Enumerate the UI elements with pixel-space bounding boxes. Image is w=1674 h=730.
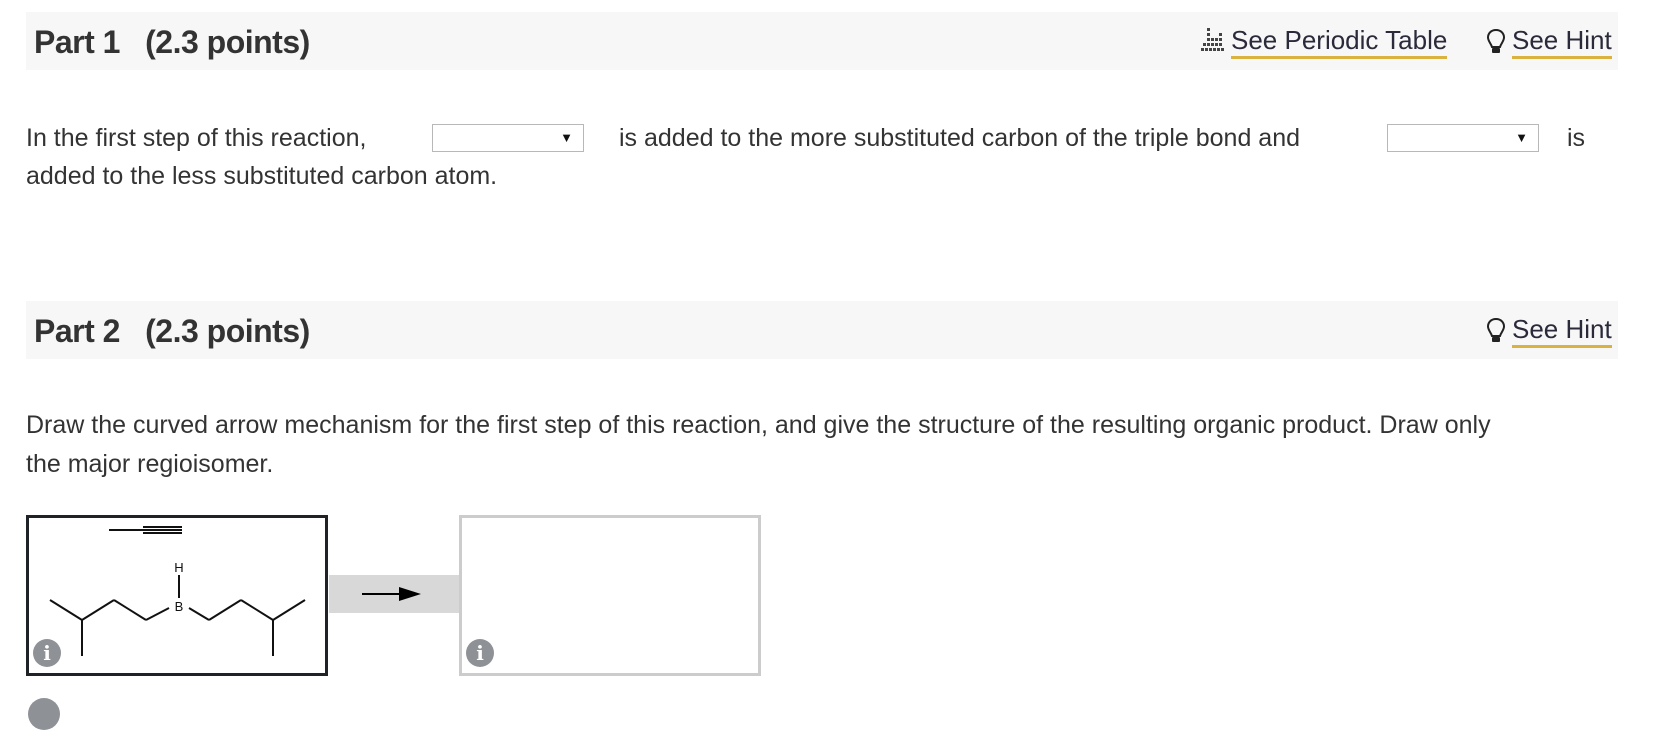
part1-sentence-line1: In the first step of this reaction,	[26, 119, 366, 157]
sentence-segment: is	[1567, 124, 1586, 152]
part1-sentence-line2: added to the less substituted carbon ato…	[26, 157, 497, 195]
diisoamylborane-molecule	[49, 575, 306, 656]
reactant-structure-drawing: H B	[49, 526, 306, 656]
sentence-segment: In the first step of this reaction,	[26, 124, 367, 152]
periodic-table-icon	[1201, 28, 1225, 57]
caret-down-icon: ▼	[560, 130, 573, 145]
part1-sentence-middle: is added to the more substituted carbon …	[619, 119, 1300, 157]
part1-dropdown-2[interactable]: ▼	[1387, 124, 1539, 152]
lightbulb-icon	[1486, 28, 1506, 61]
part1-see-hint-link[interactable]: See Hint	[1486, 22, 1612, 61]
part1-title: Part 1 (2.3 points)	[34, 24, 310, 60]
part1-header: Part 1 (2.3 points) See Periodic Table S	[26, 12, 1618, 70]
see-periodic-table-label[interactable]: See Periodic Table	[1231, 22, 1448, 59]
part1-dropdown-1[interactable]: ▼	[432, 124, 584, 152]
part2-instruction-line2: the major regioisomer.	[26, 450, 274, 478]
part2-title: Part 2 (2.3 points)	[34, 313, 310, 349]
reactant-structure-box[interactable]: H B i	[26, 515, 328, 676]
part2-see-hint-link[interactable]: See Hint	[1486, 311, 1612, 350]
sentence-segment: is added to the more substituted carbon …	[619, 124, 1301, 152]
info-icon[interactable]: i	[466, 639, 494, 667]
propyne-molecule	[109, 526, 182, 534]
part2-instruction-line1: Draw the curved arrow mechanism for the …	[26, 411, 1491, 439]
hydrogen-atom-label: H	[174, 560, 183, 575]
reaction-arrow-icon	[362, 587, 421, 601]
info-icon[interactable]: i	[33, 639, 61, 667]
sentence-segment: added to the less substituted carbon ato…	[26, 162, 498, 190]
caret-down-icon: ▼	[1515, 130, 1528, 145]
part2-see-hint-label[interactable]: See Hint	[1512, 311, 1612, 348]
part1-see-hint-label[interactable]: See Hint	[1512, 22, 1612, 59]
product-drawing-box[interactable]: i	[459, 515, 761, 676]
part1-sentence-end: is	[1567, 119, 1585, 157]
lightbulb-icon	[1486, 317, 1506, 350]
boron-atom-label: B	[175, 599, 184, 614]
reaction-arrow-band	[329, 575, 459, 613]
see-periodic-table-link[interactable]: See Periodic Table	[1201, 22, 1448, 59]
part2-header: Part 2 (2.3 points) See Hint	[26, 301, 1618, 359]
